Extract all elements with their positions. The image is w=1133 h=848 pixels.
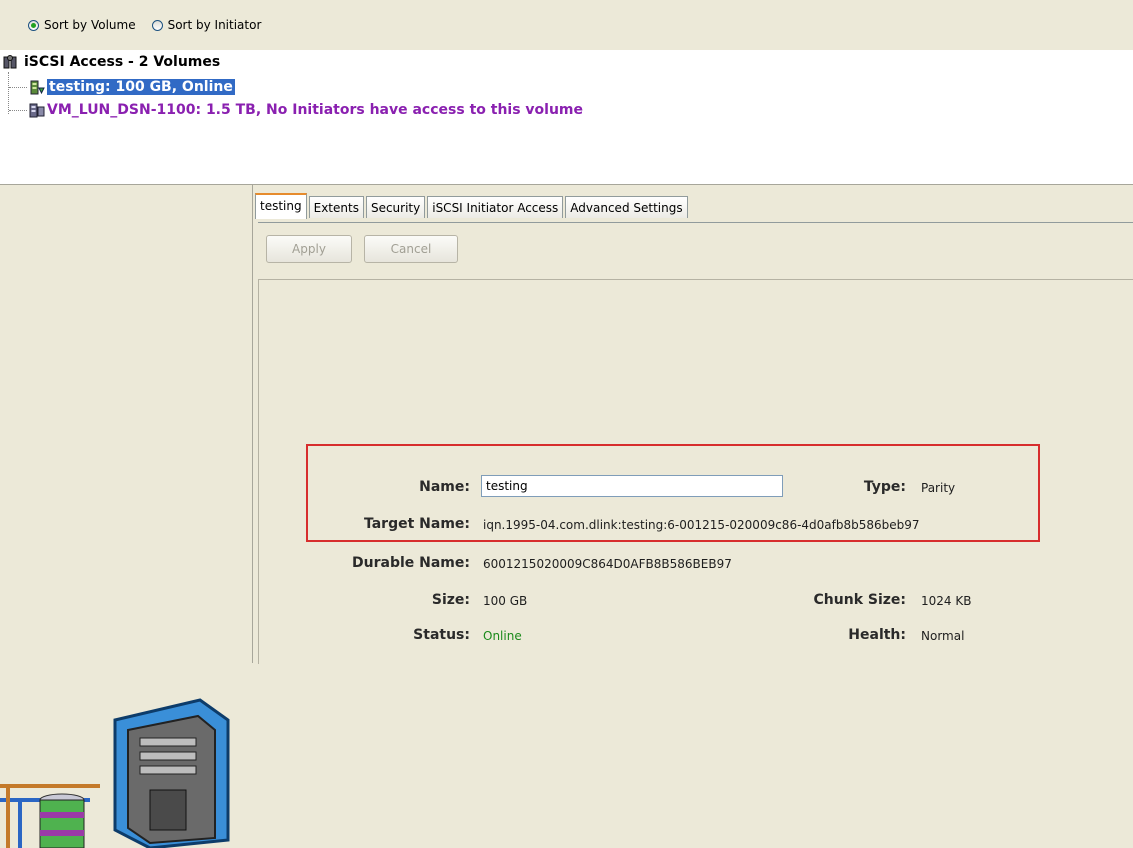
name-label: Name: <box>419 479 470 495</box>
cancel-button[interactable]: Cancel <box>364 235 458 263</box>
tree-item-vm-lun-label: VM_LUN_DSN-1100: 1.5 TB, No Initiators h… <box>47 102 584 118</box>
radio-selected-icon <box>28 19 39 31</box>
tab-iscsi-initiator-access[interactable]: iSCSI Initiator Access <box>427 196 564 218</box>
durable-name-label: Durable Name: <box>352 555 470 571</box>
tab-testing[interactable]: testing <box>255 193 307 219</box>
durable-name-value: 6001215020009C864D0AFB8B586BEB97 <box>483 557 732 571</box>
size-value: 100 GB <box>483 594 528 608</box>
sort-by-initiator-radio[interactable]: Sort by Initiator <box>151 18 262 32</box>
radio-unselected-icon <box>151 19 163 31</box>
size-label: Size: <box>431 592 470 608</box>
detail-tabs: testing Extents Security iSCSI Initiator… <box>255 193 690 219</box>
apply-button[interactable]: Apply <box>266 235 352 263</box>
volume-online-icon <box>30 80 45 94</box>
tree-item-vm-lun[interactable]: VM_LUN_DSN-1100: 1.5 TB, No Initiators h… <box>9 102 583 118</box>
chunk-size-value: 1024 KB <box>921 594 972 608</box>
type-value: Parity <box>921 481 956 495</box>
iscsi-root-icon <box>3 54 17 68</box>
health-label: Health: <box>848 627 906 643</box>
sort-radio-group: Sort by Volume Sort by Initiator <box>28 18 261 32</box>
target-name-label: Target Name: <box>363 516 470 532</box>
sort-by-volume-radio[interactable]: Sort by Volume <box>28 18 136 32</box>
tree-root[interactable]: iSCSI Access - 2 Volumes <box>3 54 220 70</box>
volume-tree: iSCSI Access - 2 Volumes testing: 100 GB… <box>0 50 1133 185</box>
server-illustration <box>0 698 230 848</box>
sort-by-initiator-label: Sort by Initiator <box>167 18 262 32</box>
type-label: Type: <box>863 479 906 495</box>
sort-by-volume-label: Sort by Volume <box>44 18 136 32</box>
name-input[interactable] <box>481 475 783 497</box>
tab-advanced-settings[interactable]: Advanced Settings <box>565 196 688 218</box>
tree-root-label: iSCSI Access - 2 Volumes <box>24 54 221 70</box>
status-value: Online <box>483 629 522 643</box>
target-name-value: iqn.1995-04.com.dlink:testing:6-001215-0… <box>483 518 920 532</box>
tree-branch-line <box>9 86 27 88</box>
tab-extents[interactable]: Extents <box>308 196 364 218</box>
tree-branch-line <box>9 109 27 111</box>
tree-item-testing[interactable]: testing: 100 GB, Online <box>9 78 236 96</box>
left-pane <box>0 185 253 848</box>
chunk-size-label: Chunk Size: <box>813 592 906 608</box>
status-label: Status: <box>413 627 470 643</box>
tree-item-testing-label: testing: 100 GB, Online <box>46 78 236 96</box>
volume-no-access-icon <box>29 103 45 117</box>
tab-security[interactable]: Security <box>365 196 426 218</box>
sort-toolbar: Sort by Volume Sort by Initiator <box>0 0 1133 51</box>
health-value: Normal <box>921 629 965 643</box>
